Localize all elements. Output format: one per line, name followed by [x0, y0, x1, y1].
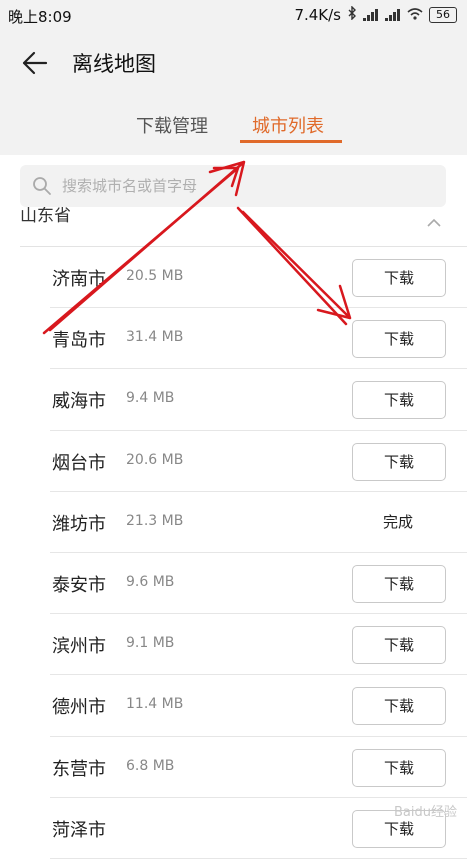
search-icon	[32, 176, 52, 196]
list-item: 滨州市 9.1 MB 下载	[0, 614, 467, 676]
chevron-up-icon[interactable]	[426, 213, 442, 227]
download-button[interactable]: 下载	[352, 626, 446, 665]
city-name: 济南市	[52, 269, 106, 290]
list-item: 东营市 6.8 MB 下载	[0, 737, 467, 798]
city-name: 泰安市	[52, 574, 106, 596]
city-size: 9.6 MB	[126, 573, 175, 590]
status-bar: 晚上8:09 7.4K/s 56	[0, 0, 467, 30]
download-button[interactable]: 下载	[352, 564, 446, 603]
city-list: 济南市 20.5 MB 下载 青岛市 31.4 MB 下载 威海市 9.4 MB…	[0, 247, 467, 859]
battery-icon: 56	[429, 7, 457, 23]
search-box[interactable]	[20, 165, 446, 207]
download-button[interactable]: 下载	[352, 687, 446, 726]
signal-icon	[363, 9, 379, 21]
province-name: 山东省	[20, 207, 71, 226]
download-button[interactable]: 下载	[352, 381, 446, 420]
tab-download-manager[interactable]: 下载管理	[136, 112, 208, 138]
download-button[interactable]: 下载	[352, 259, 446, 297]
city-name: 东营市	[52, 758, 106, 780]
status-icons: 7.4K/s 56	[294, 5, 457, 24]
city-name: 滨州市	[52, 636, 106, 658]
list-item: 济南市 20.5 MB 下载	[0, 247, 467, 309]
wifi-icon	[407, 6, 423, 24]
list-item: 德州市 11.4 MB 下载	[0, 675, 467, 737]
province-header[interactable]: 山东省	[0, 207, 467, 247]
download-button[interactable]: 下载	[352, 748, 446, 787]
city-name: 青岛市	[52, 330, 106, 352]
active-tab-indicator	[240, 140, 342, 143]
city-size: 20.5 MB	[126, 268, 184, 284]
watermark: Baidu经验	[394, 805, 457, 820]
city-name: 烟台市	[52, 452, 106, 474]
city-name: 潍坊市	[52, 513, 106, 535]
city-size: 21.3 MB	[126, 512, 184, 529]
download-complete-label: 完成	[382, 512, 413, 531]
city-name: 德州市	[52, 697, 106, 719]
city-size: 20.6 MB	[126, 451, 184, 468]
download-button[interactable]: 下载	[352, 320, 446, 359]
tab-city-list[interactable]: 城市列表	[252, 112, 324, 138]
city-size: 11.4 MB	[126, 696, 184, 713]
list-item: 烟台市 20.6 MB 下载	[0, 431, 467, 492]
city-size: 9.4 MB	[126, 390, 175, 407]
page-title: 离线地图	[72, 52, 156, 76]
city-size: 31.4 MB	[126, 329, 184, 346]
network-speed: 7.4K/s	[294, 6, 341, 24]
list-item: 威海市 9.4 MB 下载	[0, 369, 467, 431]
back-arrow-icon[interactable]	[20, 48, 50, 78]
city-size: 9.1 MB	[126, 635, 175, 652]
download-button[interactable]: 下载	[352, 442, 446, 481]
list-item: 泰安市 9.6 MB 下载	[0, 553, 467, 615]
bluetooth-icon	[347, 5, 357, 24]
city-size: 6.8 MB	[126, 757, 175, 774]
city-name: 菏泽市	[52, 819, 106, 841]
status-time: 晚上8:09	[8, 8, 72, 26]
list-item: 青岛市 31.4 MB 下载	[0, 308, 467, 370]
header: 离线地图 下载管理 城市列表	[0, 30, 467, 155]
search-input[interactable]	[62, 165, 432, 207]
city-name: 威海市	[52, 391, 106, 413]
signal-icon	[385, 9, 401, 21]
list-item: 潍坊市 21.3 MB 完成	[0, 492, 467, 554]
